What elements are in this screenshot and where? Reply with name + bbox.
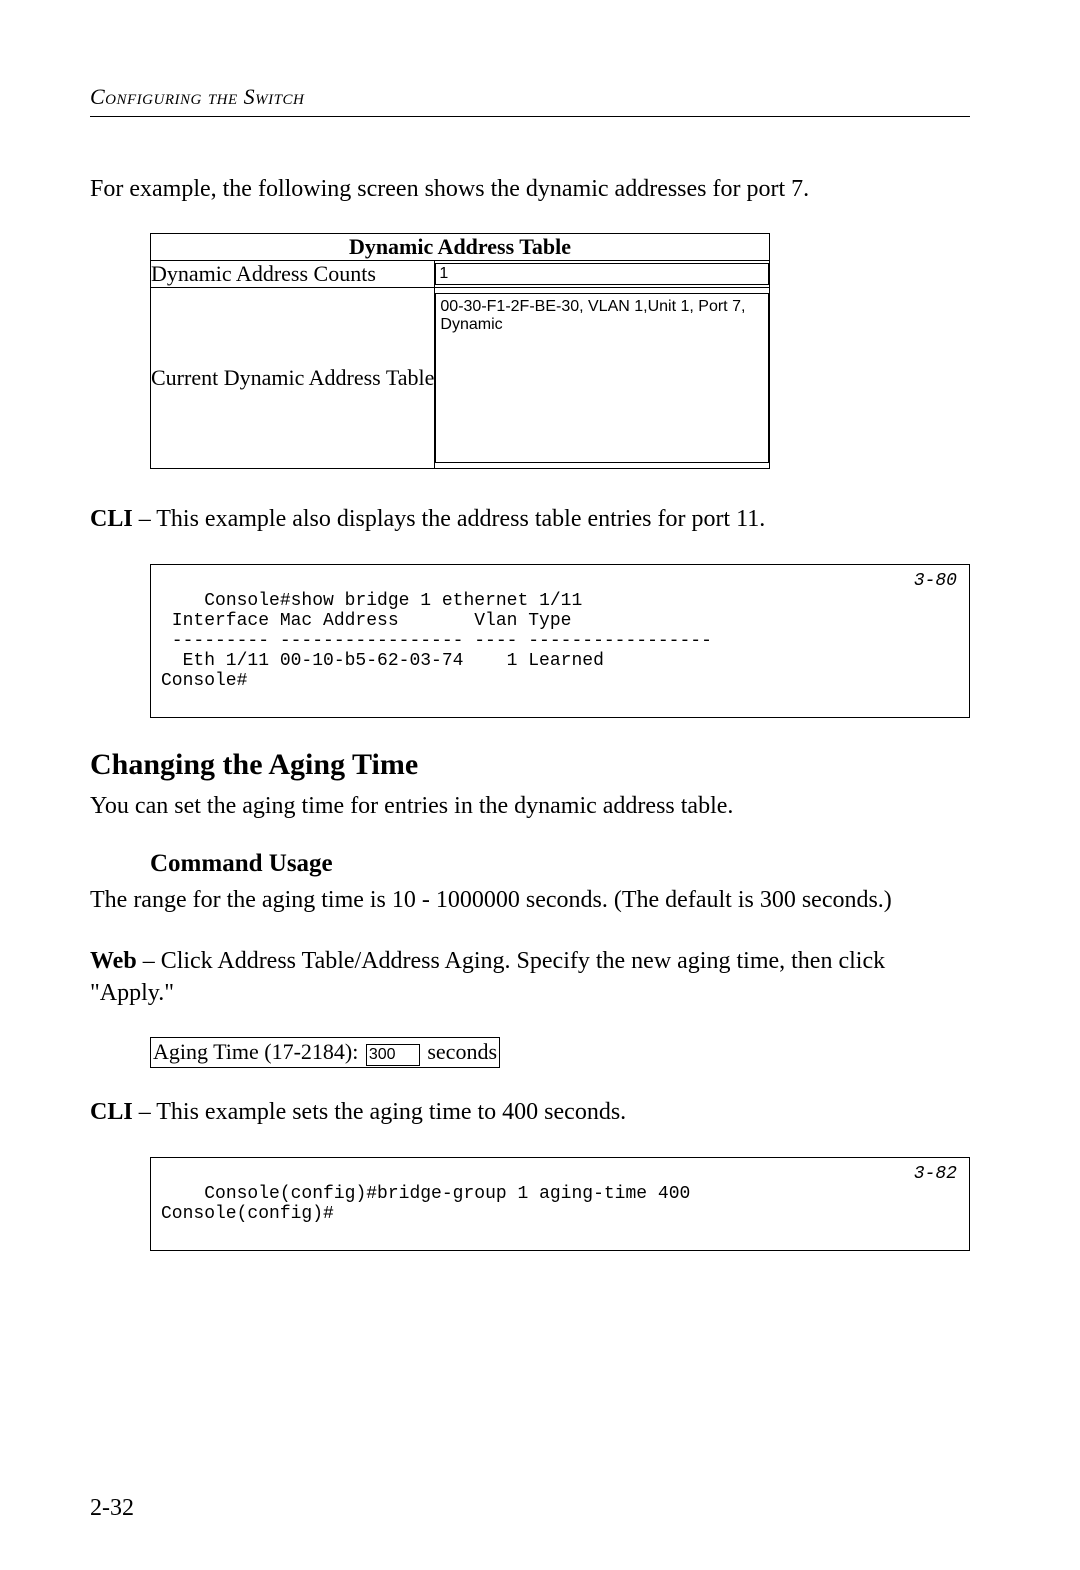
cli1-code-block: 3-80 Console#show bridge 1 ethernet 1/11 … [150, 564, 970, 718]
cli1-paragraph: CLI – This example also displays the add… [90, 503, 970, 535]
web-lead: Web [90, 948, 137, 974]
page: Configuring the Switch For example, the … [0, 0, 1080, 1570]
subheading-command-usage: Command Usage [150, 850, 970, 878]
header-rule [90, 116, 970, 117]
cli2-code: Console(config)#bridge-group 1 aging-tim… [161, 1184, 690, 1224]
section-heading: Changing the Aging Time [90, 748, 970, 782]
dynamic-address-table: Dynamic Address Table Dynamic Address Co… [150, 233, 770, 469]
running-head: Configuring the Switch [90, 84, 970, 110]
aging-time-input[interactable] [366, 1044, 420, 1066]
page-number: 2-32 [90, 1495, 134, 1522]
dat-title: Dynamic Address Table [151, 234, 770, 261]
dat-table-value-cell: 00-30-F1-2F-BE-30, VLAN 1,Unit 1, Port 7… [435, 288, 770, 469]
dat-table-label: Current Dynamic Address Table [151, 288, 435, 469]
cli2-code-block: 3-82 Console(config)#bridge-group 1 aging… [150, 1157, 970, 1251]
cli1-text: – This example also displays the address… [133, 506, 766, 532]
cli2-page-ref: 3-82 [914, 1164, 957, 1184]
dat-counts-value-cell: 1 [435, 261, 770, 288]
aging-unit: seconds [427, 1039, 497, 1064]
intro-paragraph: For example, the following screen shows … [90, 173, 970, 205]
web-text: – Click Address Table/Address Aging. Spe… [90, 948, 885, 1006]
cli1-code: Console#show bridge 1 ethernet 1/11 Inte… [161, 591, 712, 691]
dat-counts-value: 1 [435, 263, 769, 285]
cli1-page-ref: 3-80 [914, 571, 957, 591]
aging-label: Aging Time (17-2184): [153, 1039, 358, 1064]
usage-paragraph: The range for the aging time is 10 - 100… [90, 884, 970, 916]
web-paragraph: Web – Click Address Table/Address Aging.… [90, 945, 970, 1010]
dat-counts-label: Dynamic Address Counts [151, 261, 435, 288]
section-intro: You can set the aging time for entries i… [90, 790, 970, 822]
cli1-lead: CLI [90, 506, 133, 532]
dat-table-value: 00-30-F1-2F-BE-30, VLAN 1,Unit 1, Port 7… [435, 293, 769, 463]
cli2-lead: CLI [90, 1099, 133, 1125]
cli2-text: – This example sets the aging time to 40… [133, 1099, 626, 1125]
aging-time-form: Aging Time (17-2184): seconds [150, 1037, 500, 1068]
cli2-paragraph: CLI – This example sets the aging time t… [90, 1096, 970, 1128]
